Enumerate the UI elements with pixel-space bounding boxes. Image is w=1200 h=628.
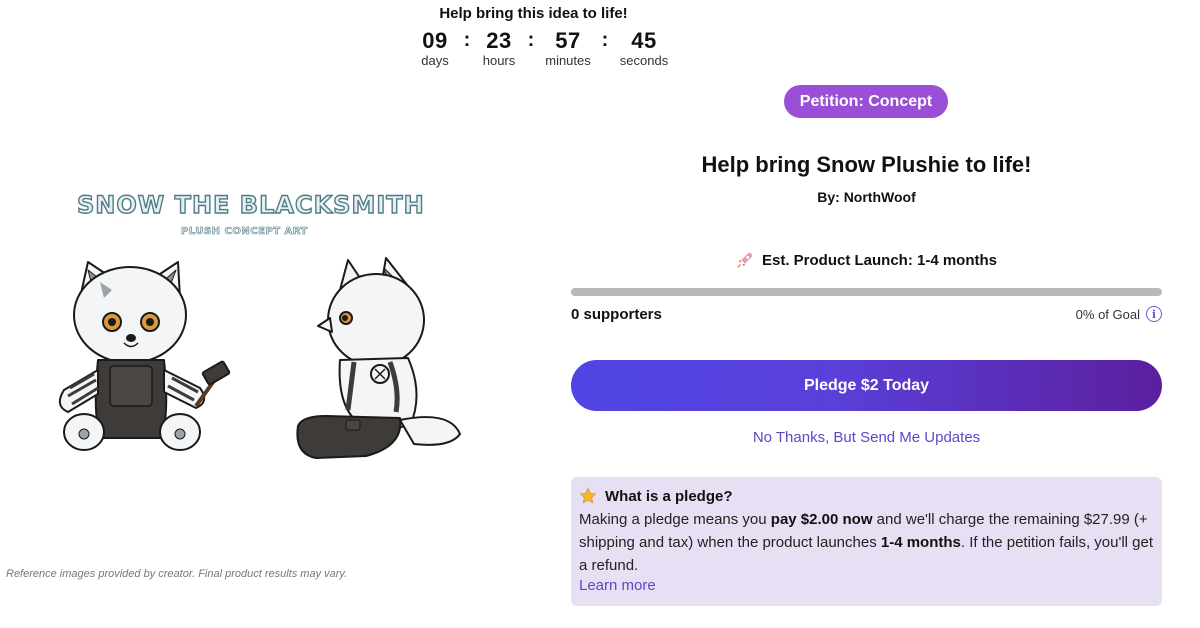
countdown-days: 09 days xyxy=(412,28,458,68)
separator: : xyxy=(463,29,471,51)
rocket-icon xyxy=(737,252,753,268)
plush-side-illustration xyxy=(296,257,461,459)
pledge-button[interactable]: Pledge $2 Today xyxy=(571,360,1162,411)
image-disclaimer: Reference images provided by creator. Fi… xyxy=(6,568,348,580)
countdown-minutes: 57 minutes xyxy=(540,28,596,68)
pledge-info-heading: What is a pledge? xyxy=(579,487,1154,505)
goal-text: 0% of Goal xyxy=(1075,306,1140,322)
pledge-info-text: Making a pledge means you pay $2.00 now … xyxy=(579,508,1154,577)
days-label: days xyxy=(421,53,449,68)
minutes-value: 57 xyxy=(555,28,581,53)
days-value: 09 xyxy=(422,28,448,53)
learn-more-link[interactable]: Learn more xyxy=(579,577,656,594)
pledge-info-title: What is a pledge? xyxy=(605,487,733,505)
countdown-hours: 23 hours xyxy=(476,28,522,68)
pledge-launch-window: 1-4 months xyxy=(880,534,961,551)
minutes-label: minutes xyxy=(545,53,591,68)
campaign-title: Help bring Snow Plushie to life! xyxy=(701,152,1032,177)
info-icon[interactable]: i xyxy=(1146,306,1162,322)
seconds-label: seconds xyxy=(619,53,669,68)
launch-text: Est. Product Launch: 1-4 months xyxy=(761,251,998,269)
no-thanks-link[interactable]: No Thanks, But Send Me Updates xyxy=(571,429,1162,446)
separator: : xyxy=(527,29,535,51)
countdown-timer: 09 days : 23 hours : 57 minutes : 45 sec… xyxy=(412,28,674,68)
pledge-amount-now: pay $2.00 now xyxy=(770,511,873,528)
goal-progress: 0% of Goal i xyxy=(1076,306,1162,322)
supporters-count: 0 supporters xyxy=(571,306,662,323)
seconds-value: 45 xyxy=(631,28,657,53)
petition-badge: Petition: Concept xyxy=(784,85,948,118)
launch-estimate: Est. Product Launch: 1-4 months xyxy=(571,251,1162,269)
plush-concept-image xyxy=(58,257,461,459)
progress-bar xyxy=(571,288,1162,296)
hours-label: hours xyxy=(482,53,516,68)
plush-front-illustration xyxy=(58,261,231,451)
pledge-info-box: What is a pledge? Making a pledge means … xyxy=(571,477,1162,606)
star-icon xyxy=(579,487,597,504)
separator: : xyxy=(601,29,609,51)
countdown-seconds: 45 seconds xyxy=(614,28,674,68)
pledge-text-part: Making a pledge means you xyxy=(579,511,771,528)
creator-byline: By: NorthWoof xyxy=(817,189,916,205)
hours-value: 23 xyxy=(486,28,512,53)
countdown-title: Help bring this idea to life! xyxy=(439,5,628,22)
